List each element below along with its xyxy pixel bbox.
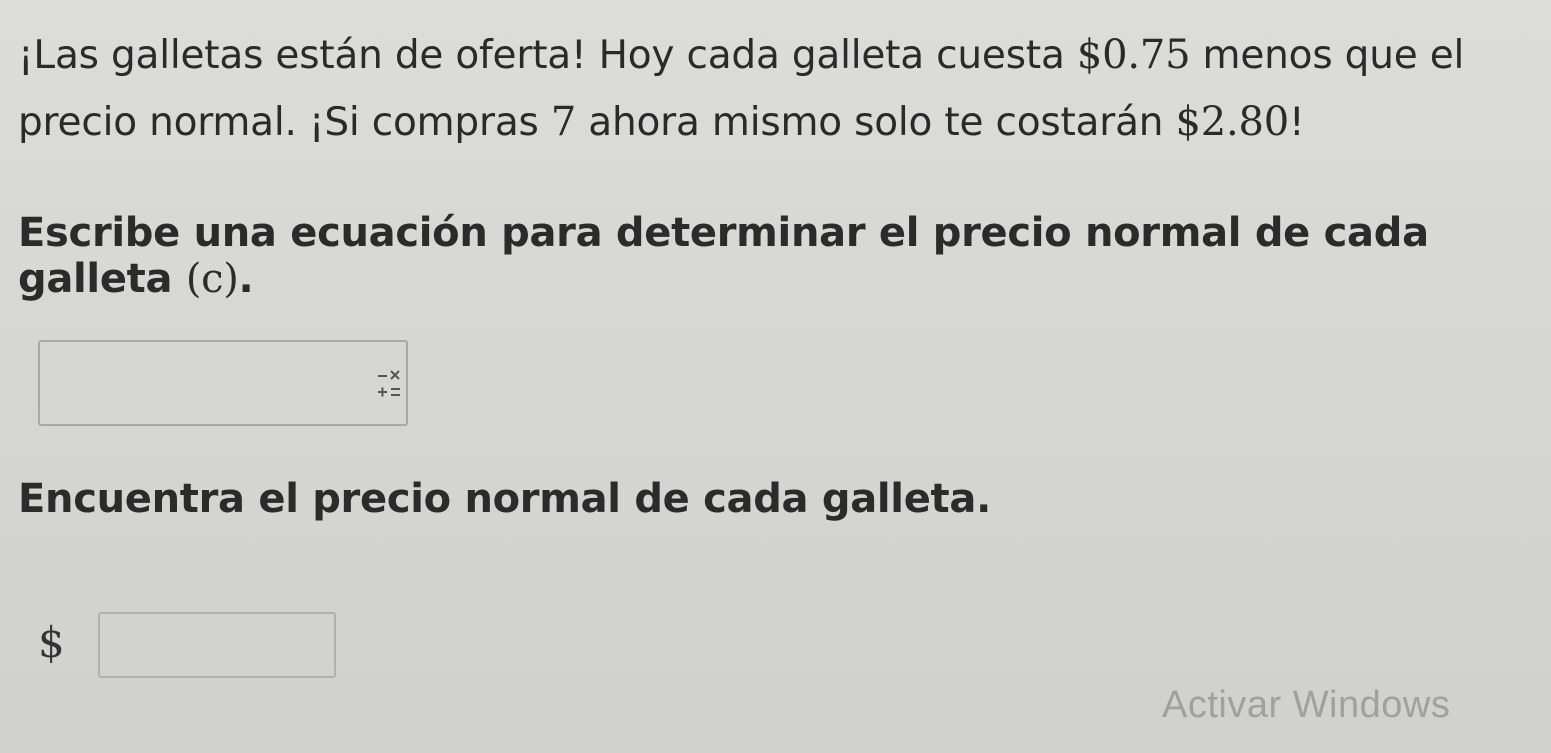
question-equation-end: . <box>238 256 254 302</box>
equation-input[interactable] <box>46 348 340 420</box>
equation-answer-box[interactable] <box>38 340 408 426</box>
problem-text-segment: ¡Las galletas están de oferta! Hoy cada … <box>18 33 1077 78</box>
problem-line-2: precio normal. ¡Si compras 7 ahora mismo… <box>18 89 1518 156</box>
price-input[interactable] <box>100 614 334 676</box>
problem-text-segment: precio normal. ¡Si compras <box>18 100 551 145</box>
math-keypad-icon[interactable] <box>376 364 402 404</box>
problem-text-segment: ! <box>1289 100 1305 145</box>
problem-text-segment: menos que el <box>1190 33 1465 78</box>
currency-symbol: $ <box>38 618 65 667</box>
price-answer-box[interactable] <box>98 612 336 678</box>
question-price: Encuentra el precio normal de cada galle… <box>18 476 991 522</box>
windows-activation-watermark: Activar Windows <box>1162 684 1451 726</box>
problem-statement: ¡Las galletas están de oferta! Hoy cada … <box>18 22 1518 156</box>
variable-label: (c) <box>185 256 239 302</box>
total-price: $2.80 <box>1175 99 1290 145</box>
discount-amount: $0.75 <box>1076 32 1191 78</box>
cookie-quantity: 7 <box>550 99 577 145</box>
question-equation: Escribe una ecuación para determinar el … <box>18 210 1551 302</box>
problem-text-segment: ahora mismo solo te costarán <box>576 100 1176 145</box>
problem-line-1: ¡Las galletas están de oferta! Hoy cada … <box>18 22 1518 89</box>
